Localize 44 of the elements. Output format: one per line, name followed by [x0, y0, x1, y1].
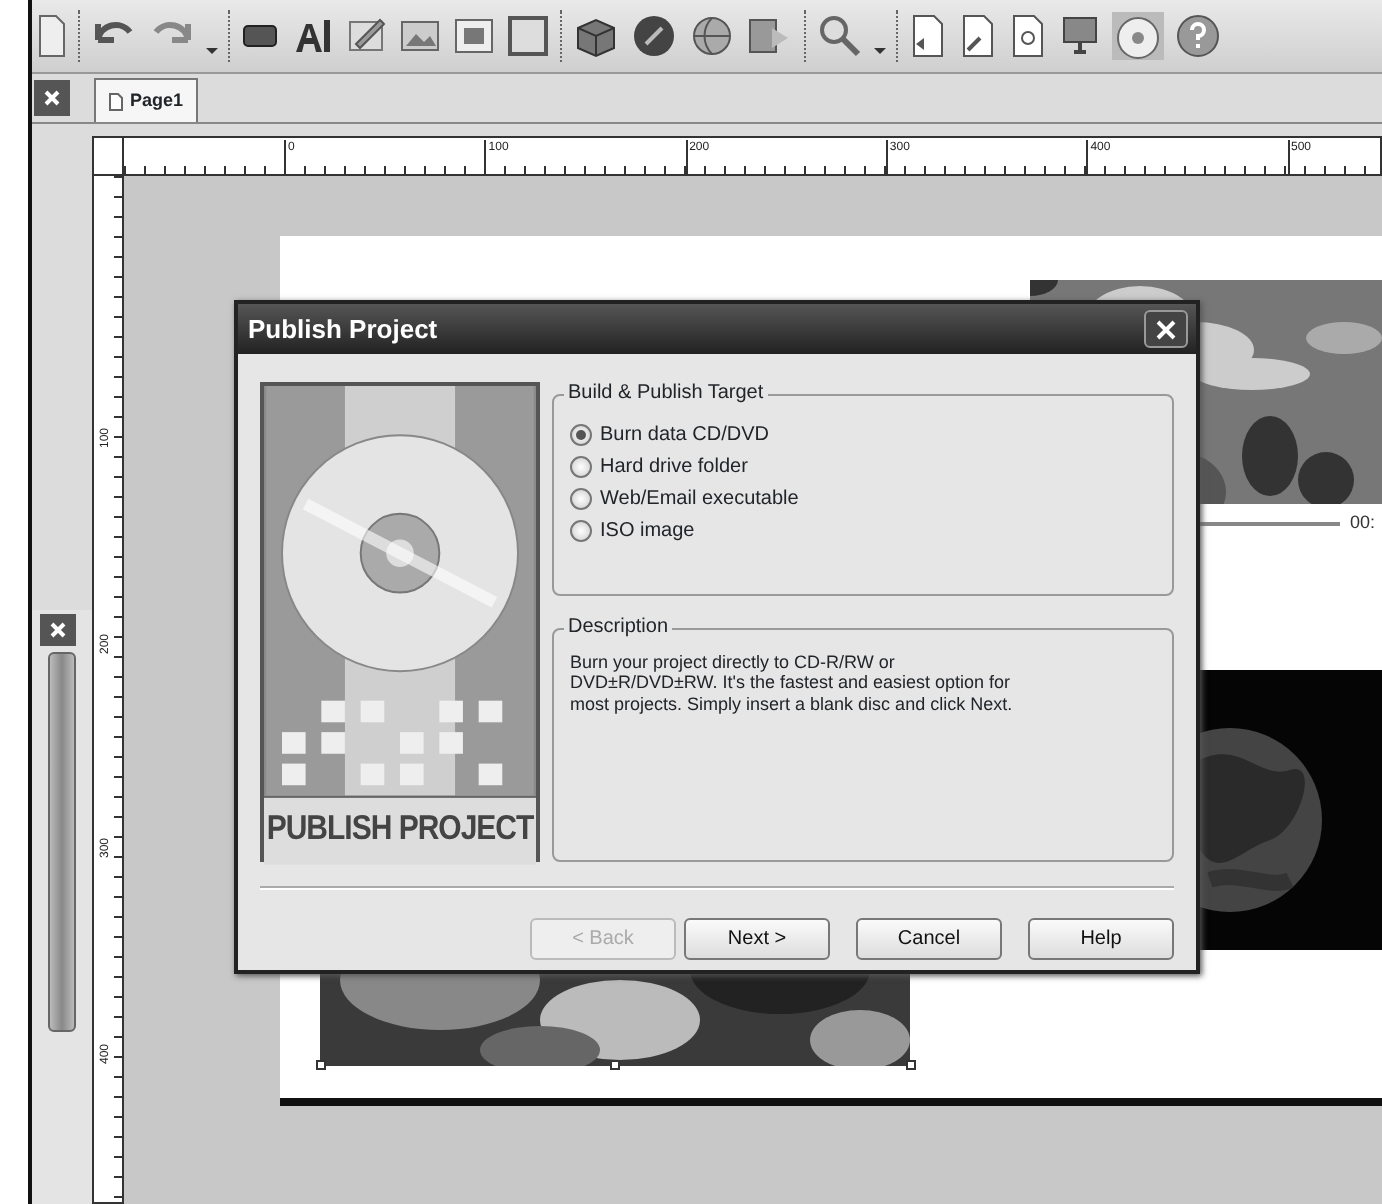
dialog-title: Publish Project — [248, 311, 438, 348]
help-icon[interactable] — [1174, 12, 1222, 60]
banner-title: PUBLISH PROJECT — [264, 794, 536, 863]
disc-icon[interactable] — [1112, 12, 1164, 60]
option-label: Web/Email executable — [600, 486, 799, 514]
close-icon — [50, 622, 66, 638]
radio-option[interactable]: Burn data CD/DVD — [570, 420, 1156, 450]
option-label: Hard drive folder — [600, 454, 748, 482]
dialog-button[interactable]: Next > — [684, 918, 830, 960]
document-icon[interactable] — [1008, 12, 1048, 60]
radio-button[interactable] — [570, 488, 592, 510]
document-icon[interactable] — [36, 12, 68, 60]
group-title: Build & Publish Target — [564, 382, 768, 406]
frame-icon[interactable] — [506, 12, 550, 60]
radio-option[interactable]: ISO image — [570, 516, 1156, 546]
resize-handle[interactable] — [610, 1060, 620, 1070]
search-icon[interactable] — [816, 12, 864, 60]
dialog-button[interactable]: Cancel — [856, 918, 1002, 960]
circle-icon[interactable] — [630, 12, 678, 60]
radio-button[interactable] — [570, 424, 592, 446]
close-button[interactable] — [34, 80, 70, 116]
document-icon[interactable] — [908, 12, 948, 60]
radio-option[interactable]: Hard drive folder — [570, 452, 1156, 482]
option-label: ISO image — [600, 518, 695, 546]
scrollbar[interactable] — [48, 652, 76, 1032]
page-icon — [108, 91, 124, 111]
document-icon[interactable] — [958, 12, 998, 60]
close-icon — [1156, 319, 1176, 339]
option-label: Burn data CD/DVD — [600, 422, 769, 450]
page-tab[interactable]: Page1 — [94, 78, 198, 122]
radio-button[interactable] — [570, 520, 592, 542]
group-title: Description — [564, 616, 673, 640]
resize-handle[interactable] — [316, 1060, 326, 1070]
close-icon — [44, 90, 60, 106]
close-button[interactable] — [40, 614, 76, 646]
radio-option[interactable]: Web/Email executable — [570, 484, 1156, 514]
globe-icon[interactable] — [688, 12, 736, 60]
resize-handle[interactable] — [906, 1060, 916, 1070]
close-button[interactable] — [1144, 310, 1188, 348]
description-text: Burn your project directly to CD-R/RW or DVD±R/DVD±RW. It's the fastest and easiest option for most projects. Simply insert a blank disc and click Next. — [570, 652, 1015, 715]
time-label: 00: — [1350, 510, 1376, 536]
dialog-button[interactable]: Help — [1028, 918, 1174, 960]
radio-button[interactable] — [570, 456, 592, 478]
monitor-icon[interactable] — [1058, 12, 1102, 60]
